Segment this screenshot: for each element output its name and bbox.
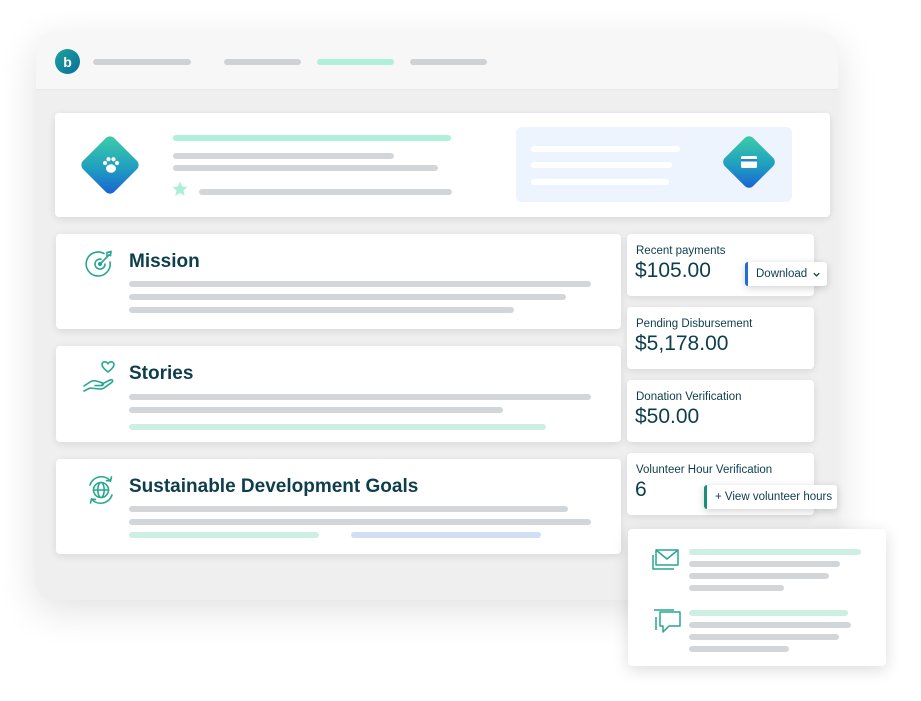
profile-line-placeholder [173, 153, 394, 159]
download-label: Download [756, 268, 808, 280]
messages-card [628, 529, 886, 666]
chat-icon[interactable] [652, 608, 682, 636]
text-line-placeholder [129, 506, 568, 512]
text-line-placeholder [129, 407, 503, 413]
top-nav-bar: b [36, 33, 838, 90]
stat-value: $105.00 [635, 259, 711, 282]
nav-placeholder-2[interactable] [224, 59, 301, 65]
stat-value: 6 [635, 478, 647, 501]
app-logo[interactable]: b [55, 49, 80, 74]
stat-value: $50.00 [635, 405, 700, 428]
chevron-down-icon [813, 272, 820, 277]
profile-name-placeholder [173, 135, 451, 141]
message-line-placeholder [689, 561, 840, 567]
message-line-placeholder [689, 634, 839, 640]
stat-donation-verification[interactable]: Donation Verification $50.00 [627, 380, 814, 442]
paw-icon [102, 157, 120, 173]
stat-pending-disbursement[interactable]: Pending Disbursement $5,178.00 [627, 307, 814, 369]
panel-line-placeholder [531, 162, 672, 168]
message-line-placeholder [689, 585, 784, 591]
text-line-placeholder [129, 519, 591, 525]
view-volunteer-hours-button[interactable]: + View volunteer hours [704, 485, 837, 509]
tag-placeholder [351, 532, 541, 538]
section-title-mission: Mission [129, 251, 200, 272]
tag-placeholder [129, 424, 546, 430]
section-title-stories: Stories [129, 363, 194, 384]
stat-label: Pending Disbursement [636, 318, 753, 330]
message-line-placeholder [689, 646, 789, 652]
stat-label: Recent payments [636, 245, 726, 257]
download-button[interactable]: Download [745, 262, 827, 286]
globe-icon [89, 476, 113, 504]
message-line-placeholder [689, 573, 829, 579]
envelope-icon[interactable] [650, 547, 680, 573]
panel-line-placeholder [531, 179, 669, 185]
stat-value: $5,178.00 [635, 332, 729, 355]
message-line-placeholder [689, 622, 851, 628]
panel-line-placeholder [531, 146, 680, 152]
hand-heart-icon [83, 361, 115, 392]
profile-line-placeholder [173, 165, 438, 171]
tag-placeholder [129, 532, 319, 538]
rating-placeholder [199, 189, 452, 195]
text-line-placeholder [129, 307, 514, 313]
mission-card[interactable]: Mission [56, 234, 621, 329]
profile-header-card [55, 113, 830, 217]
payment-info-panel [516, 127, 792, 202]
stat-label: Donation Verification [636, 391, 742, 403]
stories-card[interactable]: Stories [56, 346, 621, 442]
nav-placeholder-active[interactable] [317, 59, 394, 65]
text-line-placeholder [129, 281, 591, 287]
nav-placeholder-3[interactable] [410, 59, 487, 65]
message-title-placeholder [689, 610, 848, 616]
stat-label: Volunteer Hour Verification [636, 464, 773, 476]
text-line-placeholder [129, 294, 566, 300]
view-volunteer-hours-label: + View volunteer hours [715, 491, 833, 503]
card-icon [741, 156, 757, 168]
section-title-sdg: Sustainable Development Goals [129, 476, 419, 497]
message-title-placeholder [689, 549, 861, 555]
sdg-card[interactable]: Sustainable Development Goals [56, 459, 621, 554]
star-icon [172, 181, 188, 196]
text-line-placeholder [129, 394, 591, 400]
target-icon [85, 250, 112, 277]
nav-placeholder-1[interactable] [93, 59, 191, 65]
